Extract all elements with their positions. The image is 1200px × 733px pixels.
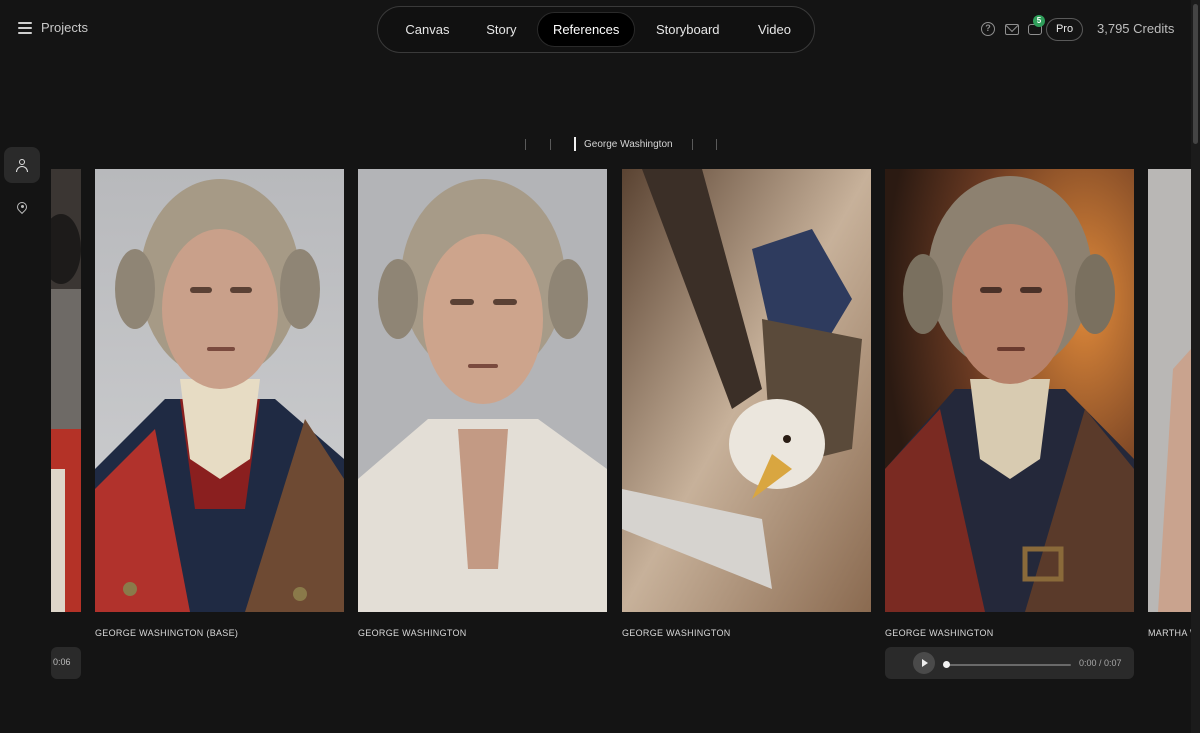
tab-canvas[interactable]: Canvas <box>389 12 466 47</box>
locations-rail-button[interactable] <box>4 190 40 226</box>
scene-image <box>622 169 871 612</box>
portrait-image <box>51 169 81 612</box>
portrait-image <box>358 169 607 612</box>
tab-storyboard[interactable]: Storyboard <box>635 12 740 47</box>
portrait-image <box>885 169 1134 612</box>
location-pin-icon <box>14 199 30 215</box>
scrubber-tick[interactable] <box>692 139 693 150</box>
hamburger-icon <box>18 21 32 34</box>
reference-card-battle[interactable] <box>885 169 1134 612</box>
reference-card-partial-left[interactable] <box>51 169 81 612</box>
audio-player-partial[interactable]: 0:06 <box>51 647 81 679</box>
mail-icon[interactable] <box>1005 24 1019 35</box>
portrait-image <box>1148 169 1191 612</box>
projects-label: Projects <box>41 20 88 35</box>
audio-time: 0:06 <box>53 657 71 667</box>
top-bar: Projects Canvas Story References Storybo… <box>0 0 1200 58</box>
reference-card-shirt[interactable] <box>358 169 607 612</box>
scrollbar-thumb[interactable] <box>1193 4 1198 144</box>
credits-display: 3,795 Credits <box>1097 21 1175 36</box>
tab-story[interactable]: Story <box>466 12 537 47</box>
page-scrollbar[interactable] <box>1191 0 1200 733</box>
card-caption: GEORGE WASHINGTON <box>358 628 467 638</box>
scrubber-tick[interactable] <box>525 139 526 150</box>
audio-seek-bar[interactable] <box>945 664 1071 666</box>
main-nav: Canvas Story References Storyboard Video <box>377 6 815 53</box>
scrubber-active-label: George Washington <box>584 139 673 150</box>
scrubber-tick[interactable] <box>716 139 717 150</box>
header-tools: ? 5 Pro 3,795 Credits <box>960 14 1200 44</box>
card-caption: GEORGE WASHINGTON <box>885 628 994 638</box>
reference-card-eagle[interactable] <box>622 169 871 612</box>
characters-rail-button[interactable] <box>4 147 40 183</box>
scrubber-tick[interactable] <box>550 139 551 150</box>
tab-references[interactable]: References <box>536 12 636 47</box>
notification-badge: 5 <box>1033 15 1045 27</box>
scrubber-tick-active[interactable] <box>574 137 576 151</box>
audio-seek-handle[interactable] <box>943 661 950 668</box>
play-icon[interactable] <box>913 652 935 674</box>
card-caption: GEORGE WASHINGTON <box>622 628 731 638</box>
pro-plan-button[interactable]: Pro <box>1046 18 1083 41</box>
reference-card-partial-right[interactable] <box>1148 169 1191 612</box>
person-icon <box>16 158 28 172</box>
help-icon[interactable]: ? <box>981 22 995 36</box>
tab-video[interactable]: Video <box>740 12 809 47</box>
projects-menu-button[interactable]: Projects <box>18 20 88 35</box>
audio-time: 0:00 / 0:07 <box>1079 658 1122 668</box>
portrait-image <box>95 169 344 612</box>
card-caption: GEORGE WASHINGTON (BASE) <box>95 628 239 638</box>
reference-card-base[interactable] <box>95 169 344 612</box>
audio-player: 0:00 / 0:07 <box>885 647 1134 679</box>
